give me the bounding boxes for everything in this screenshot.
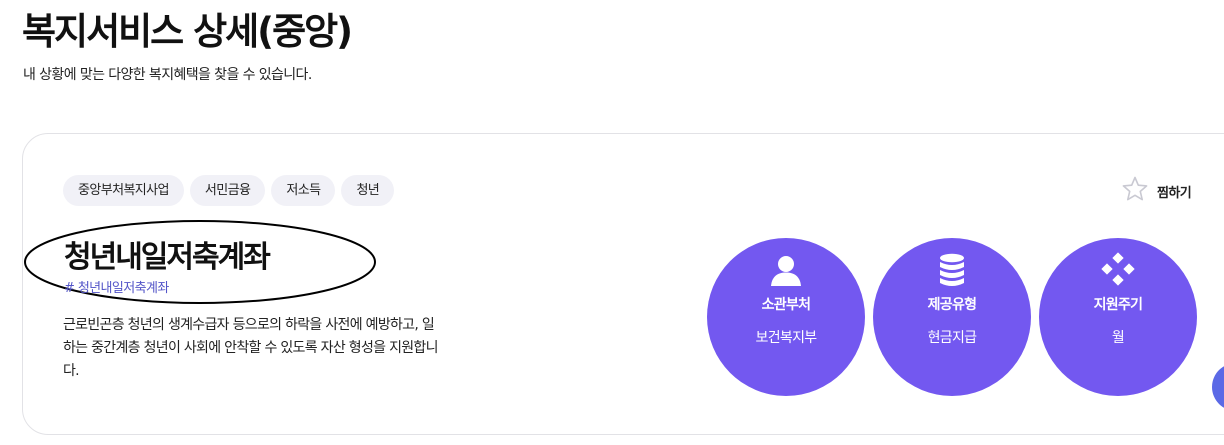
person-icon (771, 256, 801, 286)
diamond-dots-icon (1101, 252, 1135, 286)
page-title: 복지서비스 상세(중앙) (22, 10, 353, 53)
info-support-cycle-value: 월 (1111, 330, 1125, 346)
tag-central-ministry[interactable]: 중앙부처복지사업 (63, 175, 184, 206)
tag-low-income[interactable]: 저소득 (271, 175, 336, 206)
info-ministry-value: 보건복지부 (755, 330, 818, 346)
info-provision-type-label: 제공유형 (927, 297, 977, 313)
info-provision-type: 제공유형 현금지급 (873, 238, 1031, 396)
info-support-cycle-label: 지원주기 (1093, 297, 1143, 313)
page-subtitle: 내 상황에 맞는 다양한 복지혜택을 찾을 수 있습니다. (23, 67, 312, 83)
star-outline-icon (1121, 175, 1149, 207)
coin-stack-icon (940, 253, 964, 286)
tag-youth[interactable]: 청년 (341, 175, 395, 206)
service-title: 청년내일저축계좌 (64, 240, 271, 275)
info-ministry-label: 소관부처 (761, 297, 811, 313)
bookmark-button[interactable]: 찜하기 (1121, 175, 1192, 207)
service-hashtag[interactable]: # 청년내일저축계좌 (64, 277, 169, 296)
service-description: 근로빈곤층 청년의 생계수급자 등으로의 하락을 사전에 예방하고, 일하는 중… (63, 317, 438, 379)
bookmark-label: 찜하기 (1157, 185, 1192, 201)
info-provision-type-value: 현금지급 (927, 330, 977, 346)
tag-microfinance[interactable]: 서민금융 (189, 175, 266, 206)
info-support-cycle: 지원주기 월 (1039, 238, 1197, 396)
page: 복지서비스 상세(중앙) 내 상황에 맞는 다양한 복지혜택을 찾을 수 있습니… (0, 0, 1224, 445)
info-ministry: 소관부처 보건복지부 (707, 238, 865, 396)
tag-list: 중앙부처복지사업 서민금융 저소득 청년 (63, 175, 395, 206)
